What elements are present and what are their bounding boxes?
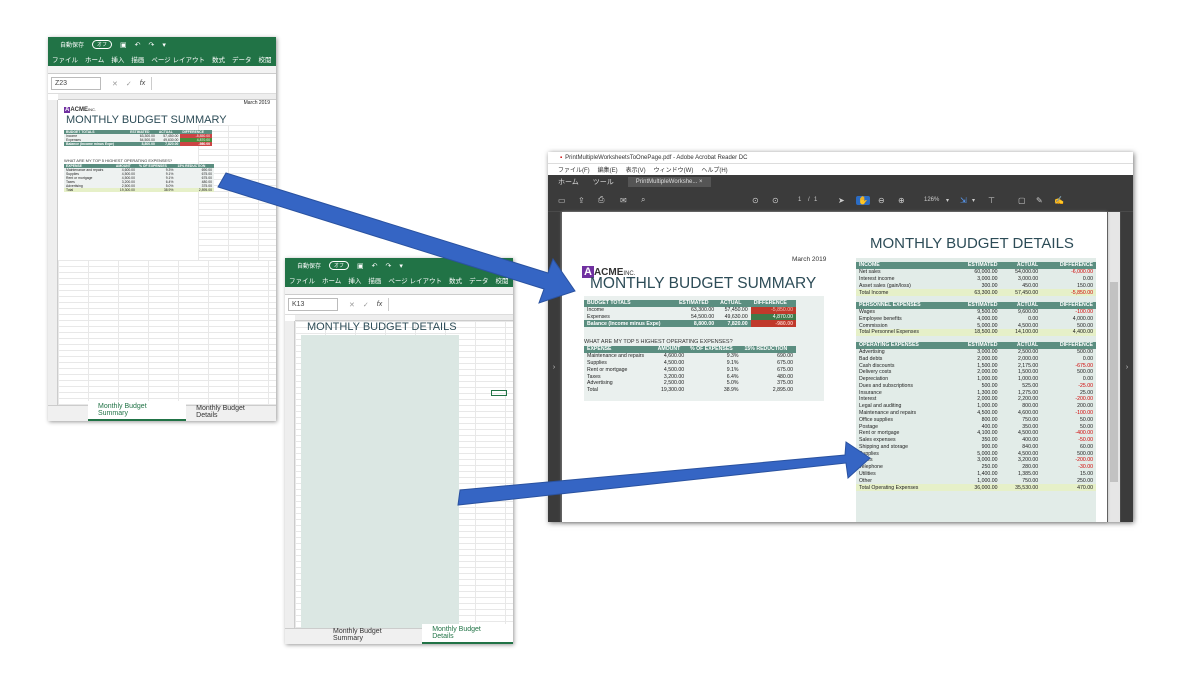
arrow-shape [217, 172, 576, 304]
arrow-shape [457, 441, 871, 506]
arrow-details-to-pdf [457, 441, 871, 506]
arrow-summary-to-pdf [217, 172, 576, 304]
arrows-overlay [217, 172, 871, 506]
